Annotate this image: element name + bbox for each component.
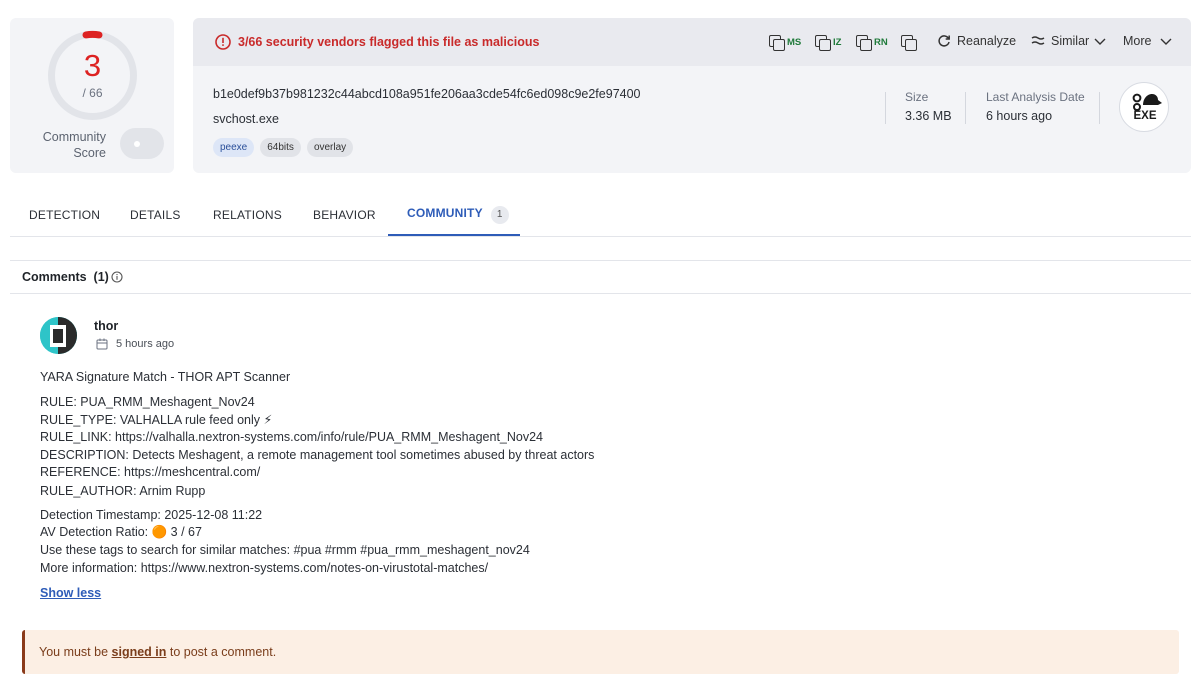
divider <box>885 92 886 124</box>
copy-icon <box>855 34 872 51</box>
copy-icon <box>900 34 917 51</box>
score-total: / 66 <box>82 86 103 100</box>
sign-in-notice: You must be signed in to post a comment. <box>22 630 1179 674</box>
chevron-down-icon <box>1160 38 1172 45</box>
file-summary-card: 3/66 security vendors flagged this file … <box>193 18 1191 173</box>
comment-line: YARA Signature Match - THOR APT Scanner <box>40 370 291 384</box>
notice-prefix: You must be <box>39 645 112 659</box>
copy-ms-button[interactable]: MS <box>768 34 801 51</box>
file-name: svchost.exe <box>213 112 280 126</box>
tab-community-label: COMMUNITY <box>407 206 483 220</box>
comment-line: AV Detection Ratio: 🟠 3 / 67 <box>40 525 202 539</box>
comment-line: RULE_LINK: https://valhalla.nextron-syst… <box>40 430 543 444</box>
gear-icon <box>1132 93 1162 111</box>
reanalyze-label: Reanalyze <box>957 34 1017 48</box>
tab-community[interactable]: COMMUNITY 1 <box>407 206 509 224</box>
notice-text: You must be signed in to post a comment. <box>39 645 276 659</box>
last-analysis-value: 6 hours ago <box>986 109 1053 123</box>
alert-circle-icon <box>215 34 231 50</box>
copy-iz-button[interactable]: IZ <box>814 34 841 51</box>
tab-community-count: 1 <box>490 206 509 224</box>
refresh-icon <box>938 35 950 47</box>
detection-score-card: 3 / 66 Community Score <box>10 18 174 173</box>
comments-heading: Comments (1) <box>22 270 109 284</box>
alert-message: 3/66 security vendors flagged this file … <box>238 35 540 49</box>
active-tab-indicator <box>388 234 520 236</box>
similar-icon <box>1031 36 1045 45</box>
tab-relations[interactable]: RELATIONS <box>213 208 282 222</box>
tag-peexe[interactable]: peexe <box>213 138 255 157</box>
ms-tag: MS <box>787 37 802 48</box>
tab-behavior[interactable]: BEHAVIOR <box>313 208 376 222</box>
comment-line: Detection Timestamp: 2025-12-08 11:22 <box>40 508 263 522</box>
community-score-label: Community Score <box>42 130 106 160</box>
section-divider <box>10 293 1191 294</box>
comment-line: DESCRIPTION: Detects Meshagent, a remote… <box>40 448 595 462</box>
alert-bar: 3/66 security vendors flagged this file … <box>193 18 1191 66</box>
divider <box>1099 92 1100 124</box>
last-analysis-label: Last Analysis Date <box>986 90 1085 104</box>
user-avatar-icon <box>40 317 77 354</box>
chevron-down-icon <box>1094 38 1106 45</box>
tab-bar: DETECTION DETAILS RELATIONS BEHAVIOR COM… <box>10 196 1191 237</box>
avatar[interactable] <box>40 317 77 354</box>
file-type-badge: EXE <box>1119 82 1169 132</box>
tab-detection[interactable]: DETECTION <box>29 208 100 222</box>
comment-line: RULE_TYPE: VALHALLA rule feed only ⚡ <box>40 413 273 427</box>
copy-button[interactable] <box>900 34 919 51</box>
copy-icon <box>814 34 831 51</box>
reanalyze-button[interactable]: Reanalyze <box>937 34 1016 48</box>
score-detections: 3 <box>83 48 102 83</box>
calendar-icon <box>96 338 108 350</box>
comment-timestamp: 5 hours ago <box>116 338 175 350</box>
tag-overlay[interactable]: overlay <box>306 138 354 157</box>
comment-line: Use these tags to search for similar mat… <box>40 543 530 557</box>
section-divider <box>10 260 1191 261</box>
similar-label: Similar <box>1051 34 1090 48</box>
community-score-toggle[interactable] <box>120 128 164 159</box>
similar-dropdown[interactable]: Similar <box>1031 34 1107 48</box>
size-label: Size <box>905 90 929 104</box>
comment-line: RULE_AUTHOR: Arnim Rupp <box>40 484 206 498</box>
file-tags: peexe 64bits overlay <box>213 138 354 157</box>
copy-icon <box>768 34 785 51</box>
show-less-link[interactable]: Show less <box>40 586 101 600</box>
tag-64bits[interactable]: 64bits <box>260 138 301 157</box>
sign-in-link[interactable]: signed in <box>112 645 167 659</box>
comment-line: REFERENCE: https://meshcentral.com/ <box>40 465 261 479</box>
notice-suffix: to post a comment. <box>166 645 277 659</box>
comment-author[interactable]: thor <box>94 319 118 333</box>
iz-tag: IZ <box>833 37 842 48</box>
file-hash[interactable]: b1e0def9b37b981232c44abcd108a951fe206aa3… <box>213 87 641 101</box>
comment-line: RULE: PUA_RMM_Meshagent_Nov24 <box>40 395 255 409</box>
divider <box>965 92 966 124</box>
size-value: 3.36 MB <box>905 109 952 123</box>
more-dropdown[interactable]: More <box>1123 34 1173 48</box>
more-label: More <box>1123 34 1152 48</box>
tab-details[interactable]: DETAILS <box>130 208 181 222</box>
comment-line: More information: https://www.nextron-sy… <box>40 561 489 575</box>
info-icon[interactable] <box>111 271 123 283</box>
rn-tag: RN <box>874 37 888 48</box>
copy-rn-button[interactable]: RN <box>855 34 888 51</box>
file-type-label: EXE <box>1133 110 1157 122</box>
